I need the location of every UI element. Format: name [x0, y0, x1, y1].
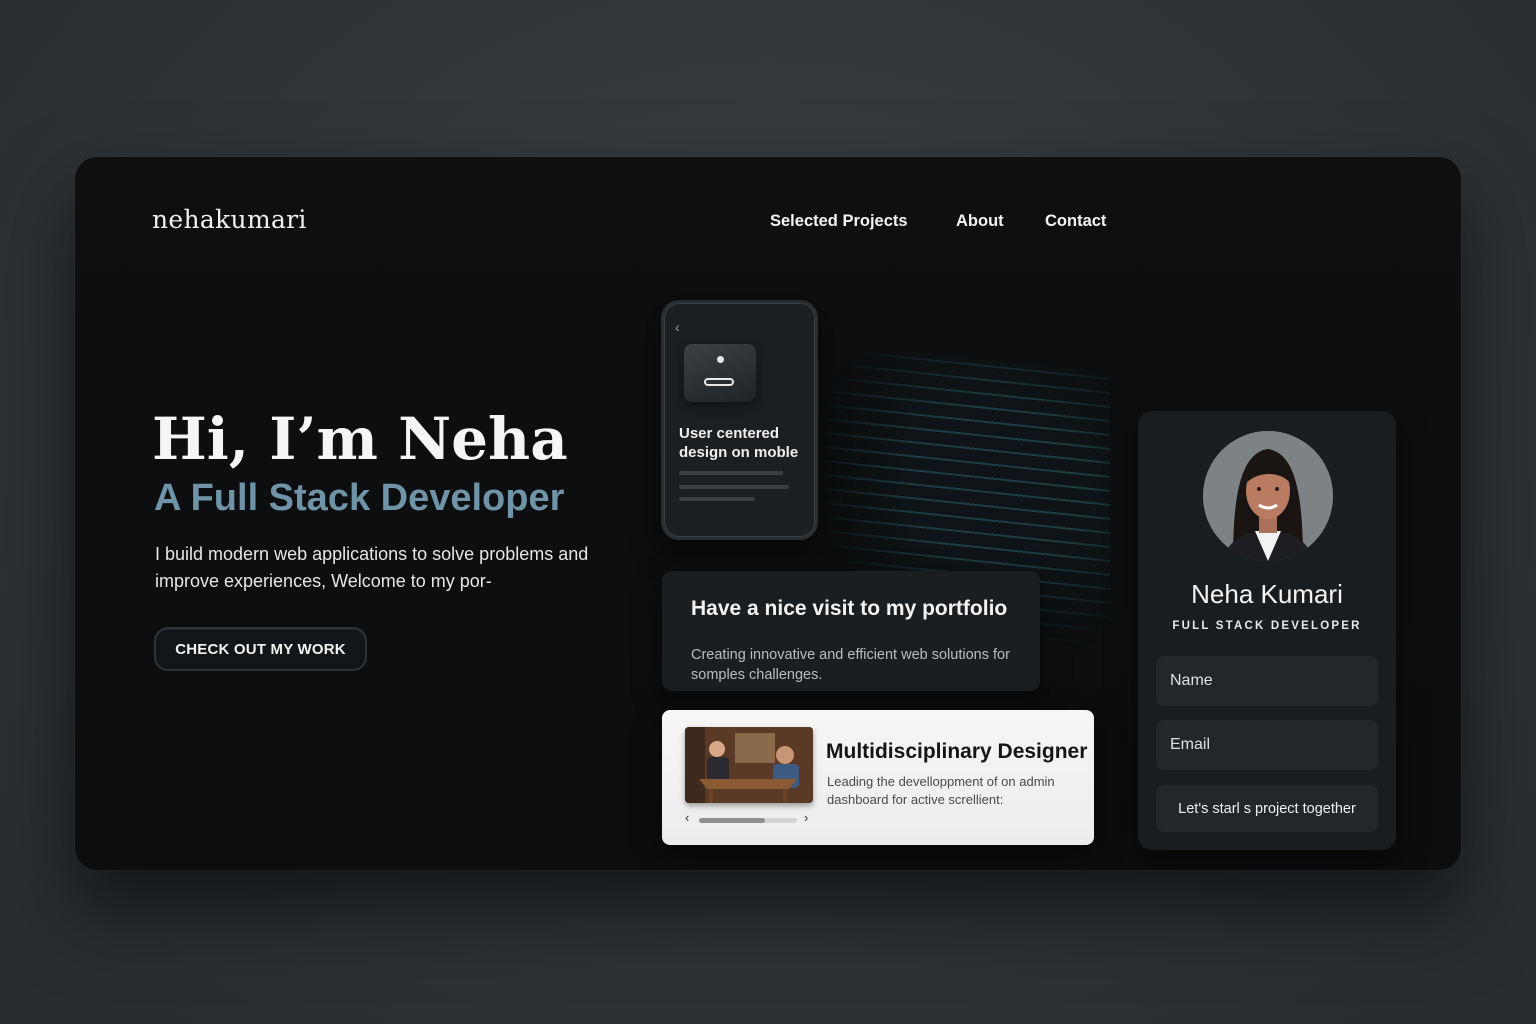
profile-name: Neha Kumari	[1191, 579, 1343, 609]
designer-card-title: Multidisciplinary Designer	[826, 740, 1088, 763]
image-placeholder-icon	[684, 344, 756, 402]
chevron-left-icon[interactable]: ‹	[685, 810, 689, 825]
visit-card-text: Creating innovative and efficient web so…	[691, 647, 1010, 683]
profile-contact-card: Neha Kumari FULL STACK DEVELOPER Let's s…	[1138, 411, 1396, 850]
nav-about[interactable]: About	[956, 212, 1004, 231]
start-project-button[interactable]: Let's starl s project together	[1156, 785, 1378, 832]
chevron-right-icon[interactable]: ›	[804, 810, 808, 825]
mobile-mockup-card[interactable]: ‹ User centered design on moble	[661, 300, 818, 540]
check-out-work-button[interactable]: CHECK OUT MY WORK	[154, 627, 367, 671]
hero-title: Hi, I’m Neha	[152, 405, 568, 473]
nav-selected-projects[interactable]: Selected Projects	[770, 212, 908, 231]
chevron-left-icon[interactable]: ‹	[675, 319, 680, 335]
name-field[interactable]	[1156, 656, 1378, 706]
portfolio-frame: nehakumari Selected Projects About Conta…	[75, 157, 1461, 870]
designer-card-text: Leading the develloppment of on admin da…	[827, 774, 1055, 807]
visit-card-title: Have a nice visit to my portfolio	[691, 597, 1008, 620]
hero-description: I build modern web applications to solve…	[155, 544, 589, 591]
nav-contact[interactable]: Contact	[1045, 212, 1106, 231]
mobile-card-title: User centered design on moble	[679, 425, 799, 461]
designer-project-card[interactable]: Multidisciplinary Designer Leading the d…	[662, 710, 1094, 845]
carousel-track[interactable]	[699, 818, 797, 823]
carousel-progress[interactable]	[699, 818, 765, 823]
site-logo[interactable]: nehakumari	[152, 205, 307, 234]
profile-role: FULL STACK DEVELOPER	[1172, 620, 1362, 632]
portfolio-visit-card: Have a nice visit to my portfolio Creati…	[662, 571, 1040, 691]
avatar	[1203, 431, 1333, 561]
text-line-placeholder	[679, 497, 755, 501]
text-line-placeholder	[679, 485, 789, 489]
hero-subtitle: A Full Stack Developer	[154, 477, 565, 519]
email-field[interactable]	[1156, 720, 1378, 770]
project-photo	[685, 727, 813, 803]
text-line-placeholder	[679, 471, 783, 475]
